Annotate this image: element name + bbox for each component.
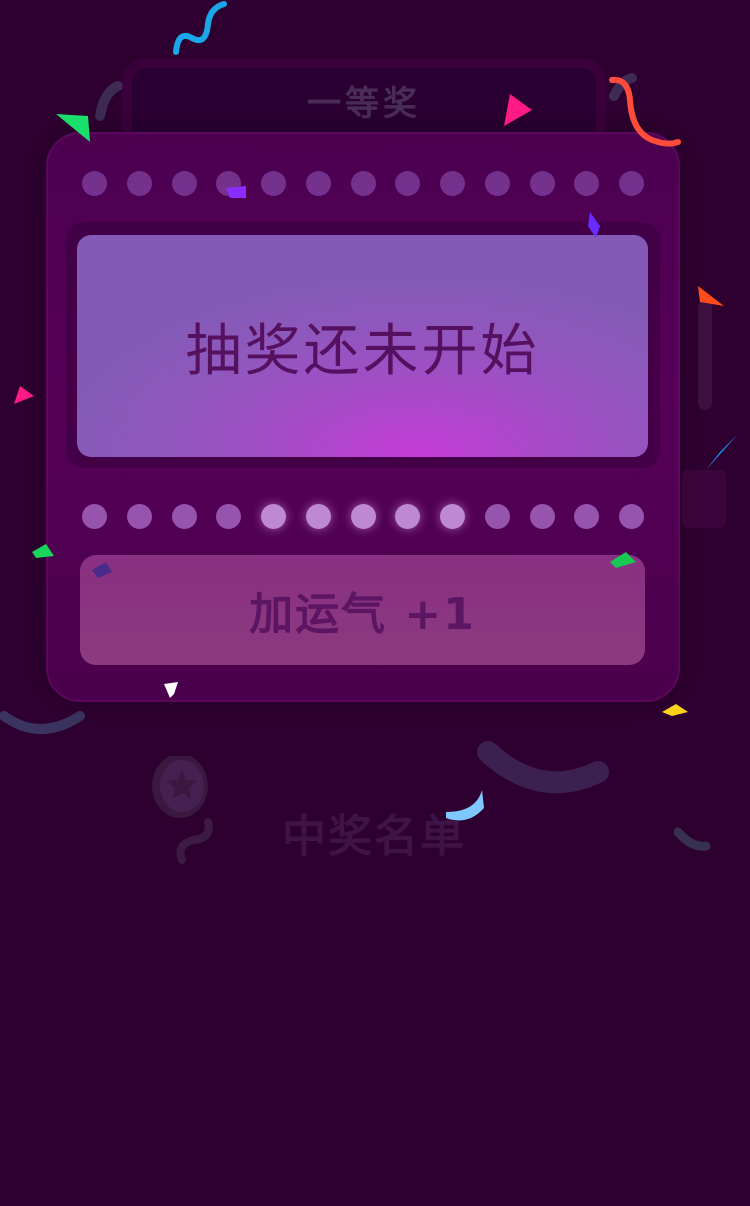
confetti-green-triangle — [56, 114, 90, 142]
confetti-purple-2 — [588, 212, 600, 238]
confetti-streamer-blue — [173, 1, 227, 55]
confetti-pink-triangle — [504, 94, 532, 126]
confetti-orange — [698, 286, 724, 306]
confetti-layer — [14, 1, 738, 821]
confetti-white — [164, 682, 178, 698]
confetti-magenta — [14, 386, 34, 404]
confetti-purple — [226, 186, 246, 198]
confetti-yellow — [662, 704, 688, 716]
confetti-blue-shard — [706, 434, 738, 470]
confetti-green-right — [610, 552, 636, 568]
confetti-green-left — [32, 544, 54, 558]
confetti-streamer-red — [609, 76, 681, 147]
confetti-faint-purple — [92, 562, 112, 578]
lottery-page: 一等奖 抽奖还未开始 加运气 +1 中奖名单 — [0, 0, 750, 1206]
confetti-lightblue — [446, 790, 484, 821]
